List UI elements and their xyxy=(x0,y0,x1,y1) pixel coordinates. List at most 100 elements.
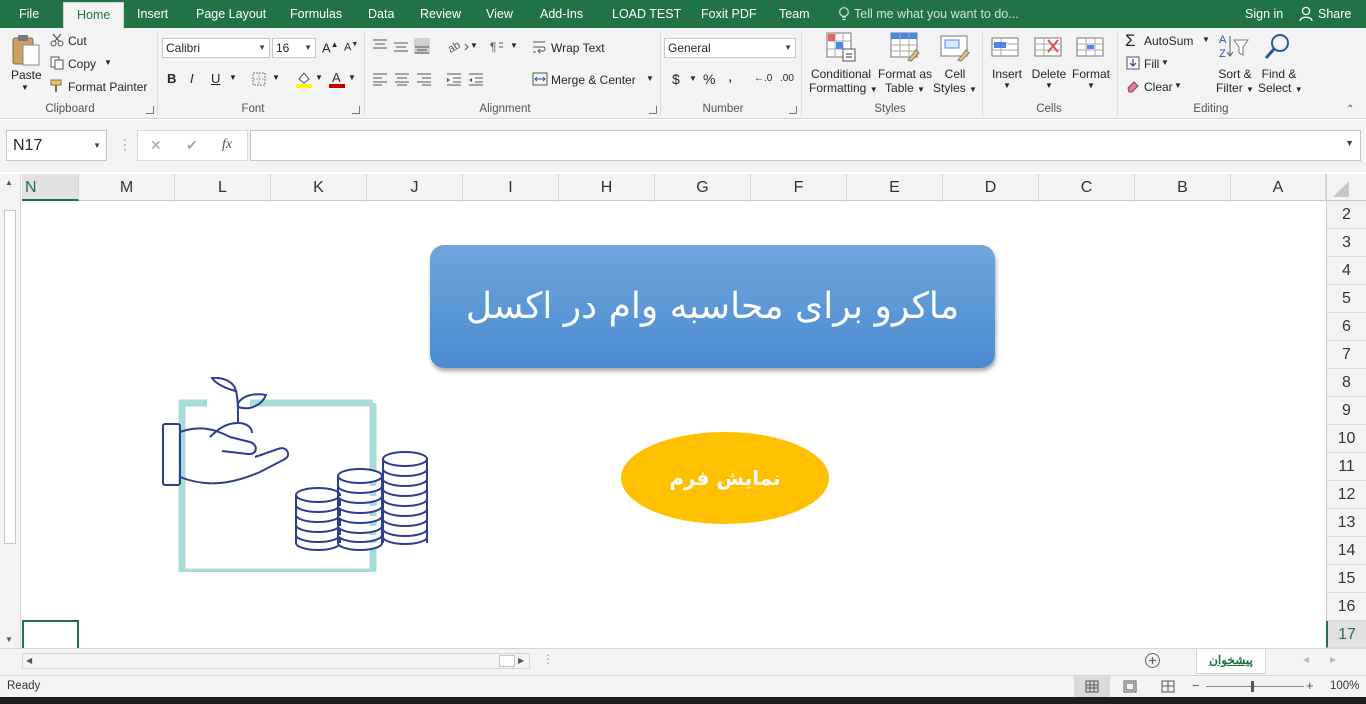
row-header-7[interactable]: 7 xyxy=(1326,341,1366,369)
row-header-12[interactable]: 12 xyxy=(1326,481,1366,509)
font-launcher-icon[interactable] xyxy=(352,106,360,114)
tab-home[interactable]: Home xyxy=(63,2,125,28)
copy-dropdown-icon[interactable]: ▼ xyxy=(104,58,112,67)
column-header-n[interactable]: N xyxy=(22,174,79,201)
sheet-tab-active[interactable]: پیشخوان xyxy=(1196,649,1266,674)
zoom-slider-thumb[interactable] xyxy=(1251,681,1254,692)
column-header-c[interactable]: C xyxy=(1039,174,1135,201)
column-header-k[interactable]: K xyxy=(271,174,367,201)
comma-button[interactable]: , xyxy=(728,68,732,86)
sheet-nav-next-icon[interactable]: ▶ xyxy=(1330,655,1336,664)
scroll-down-icon[interactable]: ▼ xyxy=(5,635,13,644)
share-button[interactable]: Share xyxy=(1318,0,1351,28)
zoom-slider-track[interactable] xyxy=(1206,686,1304,687)
tab-page-layout[interactable]: Page Layout xyxy=(196,0,266,28)
row-header-4[interactable]: 4 xyxy=(1326,257,1366,285)
shrink-font-icon[interactable]: A▼ xyxy=(344,41,358,54)
copy-button[interactable]: Copy xyxy=(68,57,96,71)
format-cells-button[interactable]: Format ▼ xyxy=(1069,67,1113,90)
italic-button[interactable]: I xyxy=(190,71,194,86)
row-header-5[interactable]: 5 xyxy=(1326,285,1366,313)
tab-split-grip-icon[interactable]: ⋮ xyxy=(542,652,554,666)
scroll-up-icon[interactable]: ▲ xyxy=(5,178,13,187)
expand-formula-bar-icon[interactable]: ▼ xyxy=(1345,138,1354,148)
row-header-15[interactable]: 15 xyxy=(1326,565,1366,593)
find-select-button[interactable]: Find & Select ▼ xyxy=(1258,67,1303,95)
vertical-scroll-thumb[interactable] xyxy=(4,210,16,544)
confirm-entry-icon[interactable]: ✔ xyxy=(186,137,198,154)
row-header-3[interactable]: 3 xyxy=(1326,229,1366,257)
page-break-view-icon[interactable] xyxy=(1161,680,1175,693)
clear-dropdown-icon[interactable]: ▼ xyxy=(1174,81,1182,90)
align-left-icon[interactable] xyxy=(372,72,434,86)
tab-team[interactable]: Team xyxy=(779,0,810,28)
vertical-scrollbar[interactable]: ▲ ▼ xyxy=(0,174,21,648)
row-header-17[interactable]: 17 xyxy=(1326,621,1366,648)
format-as-table-button[interactable]: Format as Table ▼ xyxy=(876,67,934,95)
horizontal-scrollbar[interactable]: ◀ ▶ xyxy=(22,653,530,669)
fill-dropdown-icon[interactable]: ▼ xyxy=(1161,58,1169,67)
row-header-11[interactable]: 11 xyxy=(1326,453,1366,481)
direction-dropdown-icon[interactable]: ▼ xyxy=(510,41,518,50)
sheet-nav-prev-icon[interactable]: ◀ xyxy=(1303,655,1309,664)
zoom-out-icon[interactable]: − xyxy=(1192,678,1200,693)
name-box[interactable]: N17 ▼ xyxy=(6,130,107,161)
font-size-select[interactable]: 16 ▼ xyxy=(272,38,316,58)
tab-insert[interactable]: Insert xyxy=(137,0,168,28)
selected-cell-n17[interactable] xyxy=(22,620,79,648)
fill-color-dropdown-icon[interactable]: ▼ xyxy=(315,73,323,82)
increase-decimal-button[interactable]: ←.0 xyxy=(754,73,772,84)
column-header-l[interactable]: L xyxy=(175,174,271,201)
column-header-j[interactable]: J xyxy=(367,174,463,201)
insert-function-icon[interactable]: fx xyxy=(222,137,232,153)
conditional-formatting-button[interactable]: Conditional Formatting ▼ xyxy=(809,67,878,95)
fill-color-icon[interactable] xyxy=(296,70,312,88)
tab-formulas[interactable]: Formulas xyxy=(290,0,342,28)
sort-filter-button[interactable]: Sort & Filter ▼ xyxy=(1216,67,1254,95)
tab-review[interactable]: Review xyxy=(420,0,461,28)
tab-load-test[interactable]: LOAD TEST xyxy=(612,0,681,28)
column-header-b[interactable]: B xyxy=(1135,174,1231,201)
column-header-e[interactable]: E xyxy=(847,174,943,201)
column-header-a[interactable]: A xyxy=(1231,174,1326,201)
column-header-m[interactable]: M xyxy=(79,174,175,201)
number-launcher-icon[interactable] xyxy=(789,106,797,114)
currency-button[interactable]: $ xyxy=(672,71,680,87)
row-header-6[interactable]: 6 xyxy=(1326,313,1366,341)
underline-dropdown-icon[interactable]: ▼ xyxy=(229,73,237,82)
tab-foxit-pdf[interactable]: Foxit PDF xyxy=(701,0,757,28)
title-shape[interactable]: ماکرو برای محاسبه وام در اکسل xyxy=(430,245,995,368)
tab-view[interactable]: View xyxy=(486,0,513,28)
orientation-dropdown-icon[interactable]: ▼ xyxy=(470,41,478,50)
currency-dropdown-icon[interactable]: ▼ xyxy=(689,74,697,83)
insert-cells-button[interactable]: Insert ▼ xyxy=(987,67,1027,90)
row-header-14[interactable]: 14 xyxy=(1326,537,1366,565)
normal-view-button[interactable] xyxy=(1074,676,1110,697)
row-header-2[interactable]: 2 xyxy=(1326,201,1366,229)
font-color-icon[interactable]: A xyxy=(329,70,345,88)
row-header-9[interactable]: 9 xyxy=(1326,397,1366,425)
tab-add-ins[interactable]: Add-Ins xyxy=(540,0,583,28)
wrap-text-button[interactable]: Wrap Text xyxy=(551,41,605,55)
fill-button[interactable]: Fill xyxy=(1144,57,1159,71)
orientation-icon[interactable]: ab xyxy=(447,39,471,53)
column-header-h[interactable]: H xyxy=(559,174,655,201)
tab-file[interactable]: File xyxy=(19,0,39,28)
font-family-select[interactable]: Calibri ▼ xyxy=(162,38,270,58)
indent-icons[interactable] xyxy=(446,72,486,86)
rtl-direction-icon[interactable]: ¶ xyxy=(488,39,504,53)
zoom-in-icon[interactable]: + xyxy=(1306,678,1314,693)
new-sheet-icon[interactable] xyxy=(1144,652,1161,669)
cancel-entry-icon[interactable]: ✕ xyxy=(150,137,162,154)
row-header-8[interactable]: 8 xyxy=(1326,369,1366,397)
column-header-f[interactable]: F xyxy=(751,174,847,201)
column-header-i[interactable]: I xyxy=(463,174,559,201)
borders-dropdown-icon[interactable]: ▼ xyxy=(272,73,280,82)
zoom-level[interactable]: 100% xyxy=(1330,680,1359,692)
clipboard-launcher-icon[interactable] xyxy=(146,106,154,114)
column-header-g[interactable]: G xyxy=(655,174,751,201)
clear-button[interactable]: Clear xyxy=(1144,80,1173,94)
decrease-decimal-button[interactable]: .00 xyxy=(780,73,794,84)
formula-input[interactable]: ▼ xyxy=(250,130,1361,161)
sign-in-link[interactable]: Sign in xyxy=(1245,0,1283,28)
